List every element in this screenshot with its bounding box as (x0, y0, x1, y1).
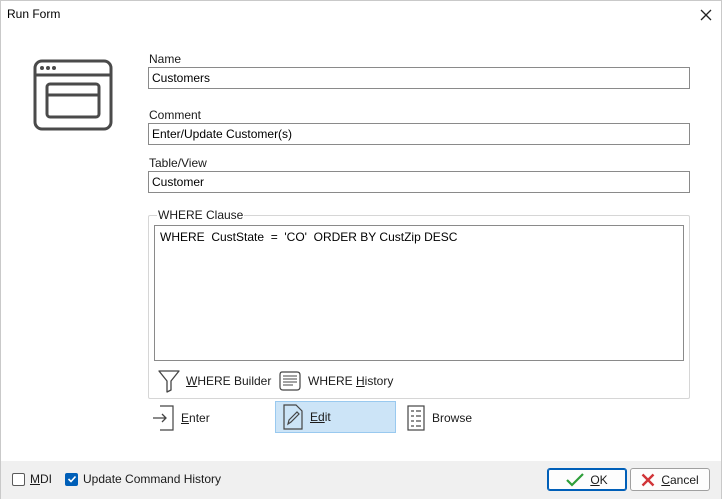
close-button[interactable] (691, 1, 721, 29)
close-icon (700, 9, 712, 21)
edit-pencil-icon (282, 404, 304, 430)
funnel-icon (158, 369, 180, 393)
form-window-icon (33, 59, 113, 131)
update-history-checkbox-box[interactable] (65, 472, 78, 486)
comment-label: Comment (149, 108, 202, 122)
table-view-label: Table/View (149, 156, 207, 170)
comment-input[interactable] (148, 123, 690, 145)
table-view-input[interactable] (148, 171, 690, 193)
cancel-button[interactable]: Cancel (630, 468, 710, 491)
mdi-checkbox[interactable]: MDI (12, 472, 52, 486)
enter-mode-button[interactable]: Enter (144, 402, 217, 434)
name-input[interactable] (148, 67, 690, 89)
update-command-history-checkbox[interactable]: Update Command History (65, 472, 221, 486)
enter-icon (151, 405, 175, 431)
check-icon (566, 472, 585, 487)
name-label: Name (149, 52, 182, 66)
run-form-dialog: Run Form Name Comment Table/View WHERE C… (0, 0, 722, 499)
checkmark-icon (67, 475, 76, 483)
window-title: Run Form (7, 7, 61, 21)
where-builder-button[interactable]: WHERE Builder (151, 367, 278, 395)
browse-mode-button[interactable]: Browse (399, 402, 479, 434)
x-icon (641, 473, 655, 486)
browse-list-icon (406, 405, 426, 431)
where-history-button[interactable]: WHERE History (271, 367, 400, 395)
where-clause-legend: WHERE Clause (157, 208, 245, 222)
ok-button[interactable]: OK (547, 468, 627, 491)
edit-mode-button[interactable]: Edit (275, 401, 396, 433)
mdi-checkbox-box[interactable] (12, 472, 25, 486)
where-clause-textarea[interactable]: WHERE CustState = 'CO' ORDER BY CustZip … (154, 225, 684, 361)
history-scroll-icon (278, 370, 302, 392)
